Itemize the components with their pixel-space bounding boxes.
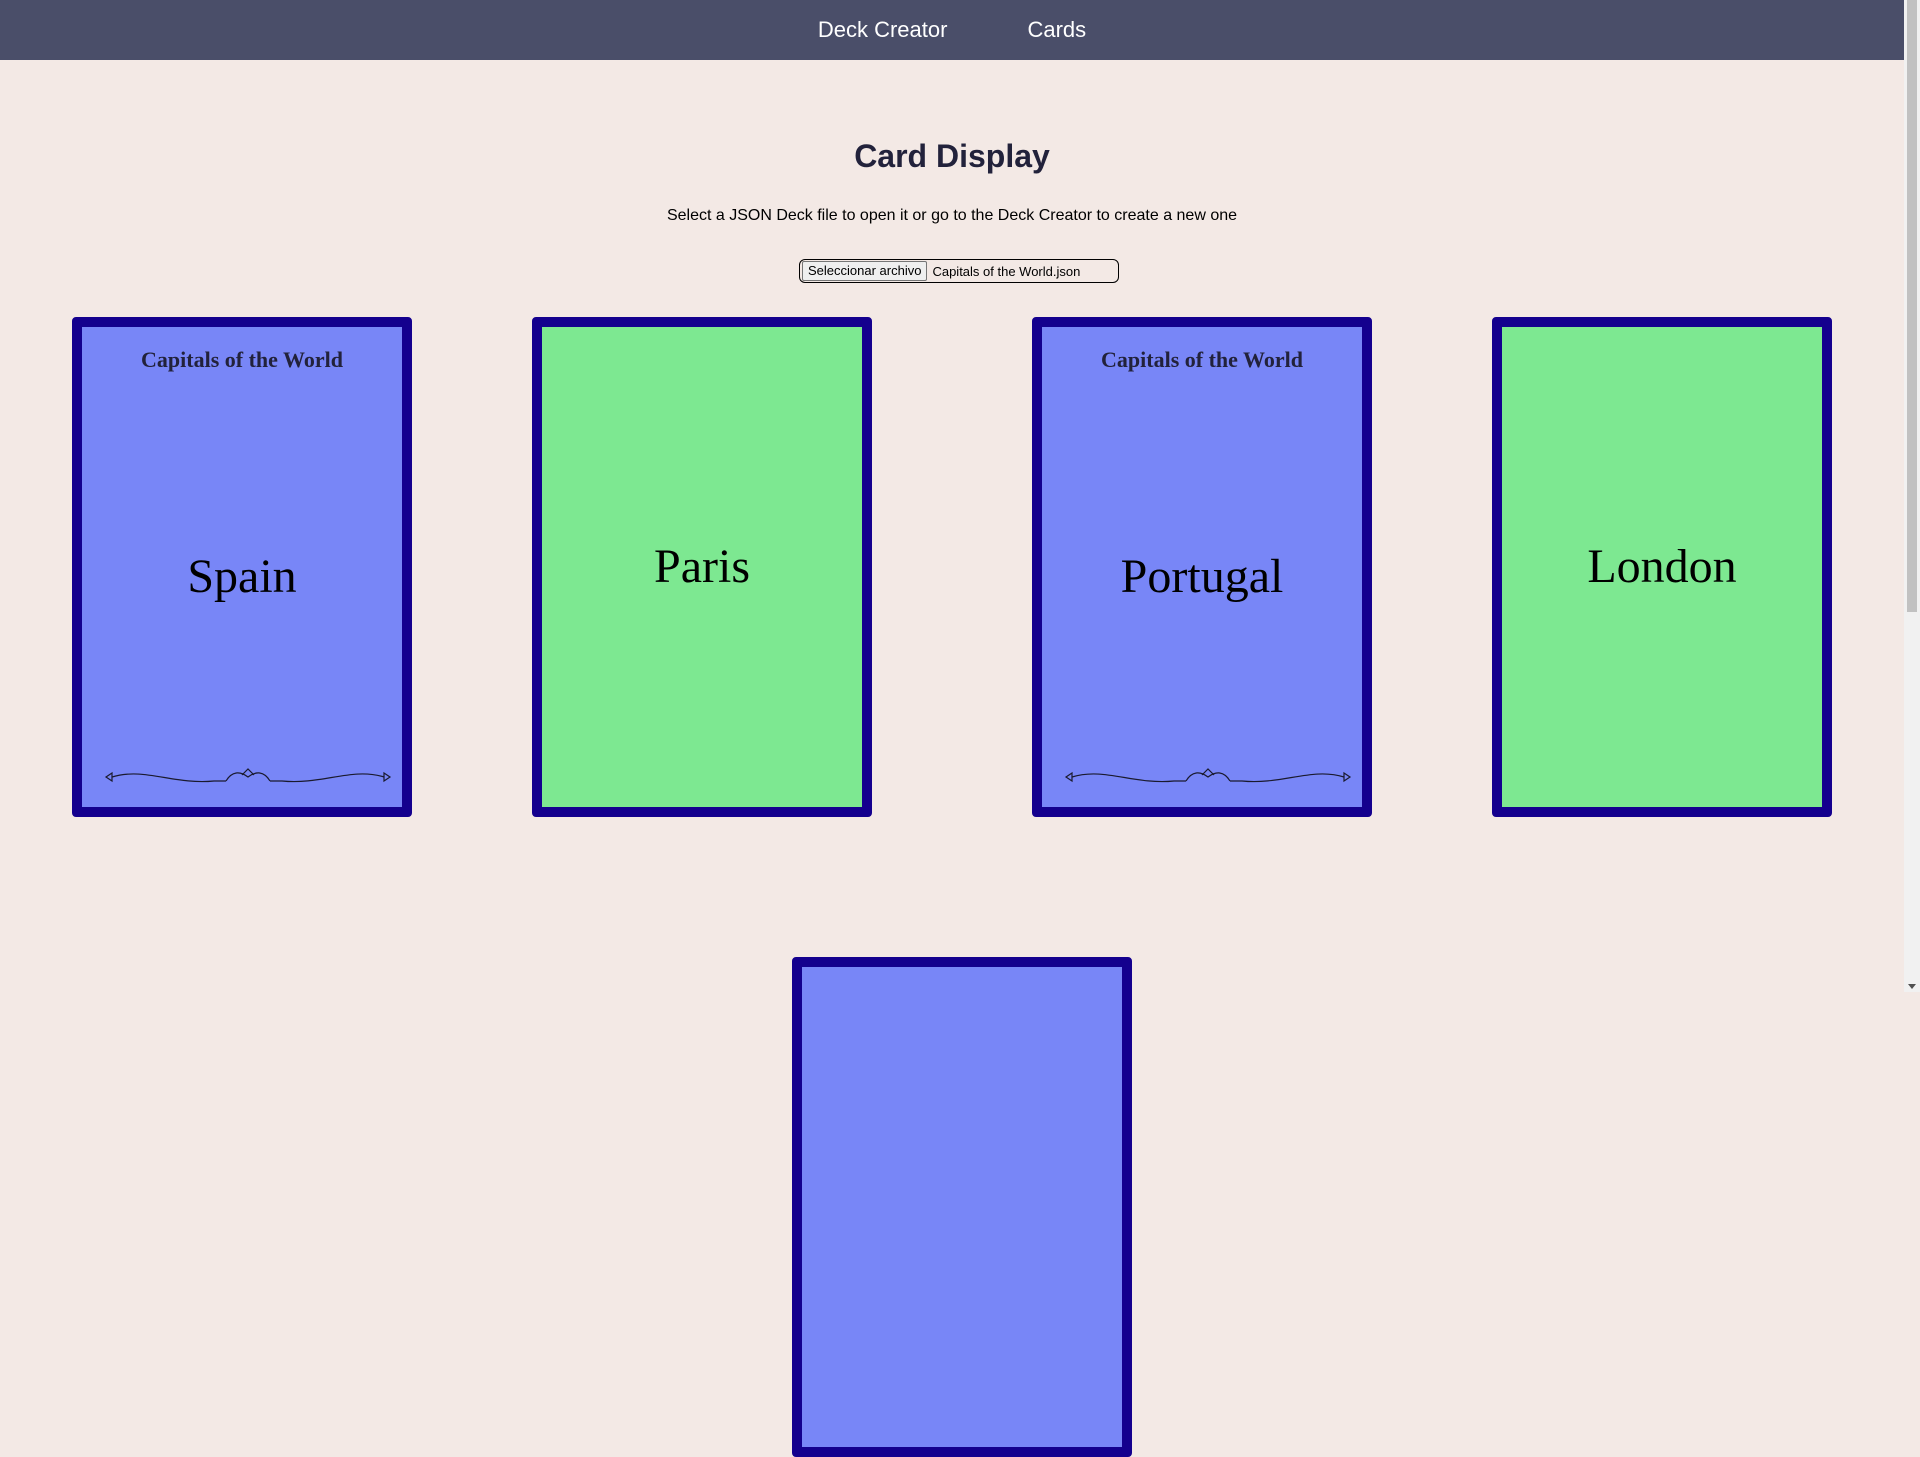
card-deck-title: Capitals of the World xyxy=(1101,347,1303,372)
instructions-text: Select a JSON Deck file to open it or go… xyxy=(666,207,1238,224)
card-back[interactable]: London xyxy=(1492,317,1832,817)
card-deck-title: Capitals of the World xyxy=(141,347,343,372)
card-front[interactable] xyxy=(792,957,1132,1457)
nav-cards-link[interactable]: Cards xyxy=(1027,17,1086,43)
flourish-ornament-icon xyxy=(104,768,392,783)
card-text: Spain xyxy=(187,550,297,603)
top-navbar: Deck Creator Cards xyxy=(0,0,1904,60)
card-text: Paris xyxy=(654,540,750,593)
card-text: London xyxy=(1587,540,1737,593)
selected-file-name: Capitals of the World.json xyxy=(932,263,1081,279)
card-front[interactable]: Capitals of the World Portugal xyxy=(1032,317,1372,817)
page-title: Card Display xyxy=(854,138,1050,174)
vertical-scrollbar[interactable] xyxy=(1904,0,1920,992)
card-front[interactable]: Capitals of the World Spain xyxy=(72,317,412,817)
scroll-down-arrow-icon[interactable] xyxy=(1908,984,1916,989)
card-text: Portugal xyxy=(1120,550,1284,603)
flourish-ornament-icon xyxy=(1064,768,1352,783)
file-input[interactable]: Seleccionar archivo Capitals of the Worl… xyxy=(799,259,1119,283)
card-back[interactable]: Paris xyxy=(532,317,872,817)
nav-deck-creator-link[interactable]: Deck Creator xyxy=(818,17,948,43)
choose-file-button[interactable]: Seleccionar archivo xyxy=(802,261,928,281)
scrollbar-thumb[interactable] xyxy=(1907,0,1917,612)
